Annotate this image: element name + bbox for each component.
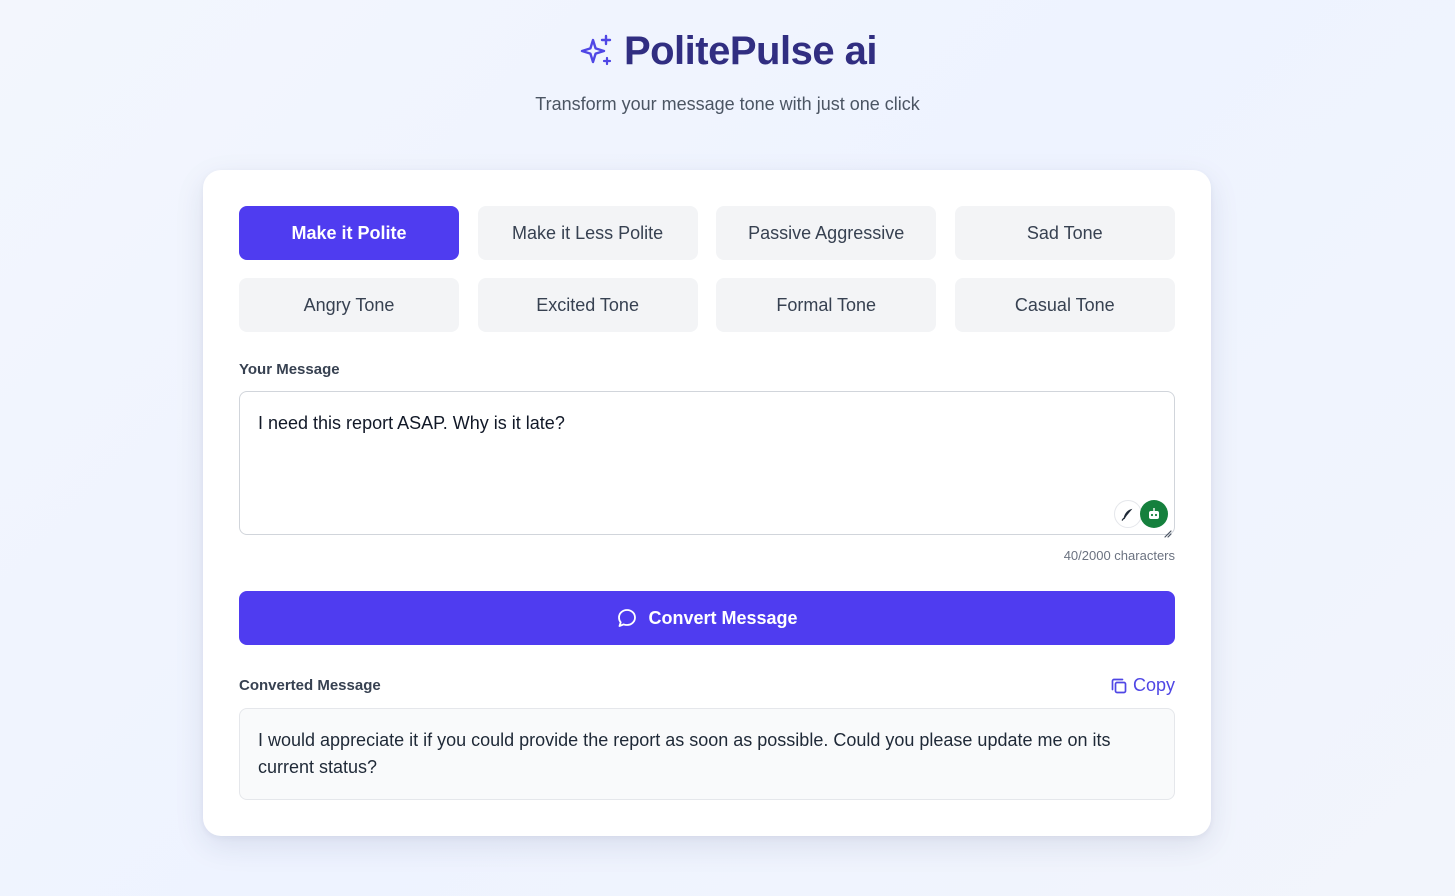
copy-label: Copy xyxy=(1132,675,1175,695)
message-text: I need this report ASAP. Why is it late? xyxy=(258,413,565,433)
extension-badges xyxy=(1114,500,1168,528)
robot-icon[interactable] xyxy=(1140,500,1168,528)
convert-button[interactable]: Convert Message xyxy=(239,591,1175,645)
tone-selector: Make it Polite Make it Less Polite Passi… xyxy=(239,206,1175,332)
converted-message-label: Converted Message xyxy=(239,677,381,694)
converter-card: Make it Polite Make it Less Polite Passi… xyxy=(203,170,1211,836)
message-input[interactable]: I need this report ASAP. Why is it late? xyxy=(239,391,1175,538)
tone-button-passive-aggressive[interactable]: Passive Aggressive xyxy=(716,206,937,260)
tone-button-formal[interactable]: Formal Tone xyxy=(716,278,937,332)
character-count: 40/2000 characters xyxy=(1063,548,1175,563)
convert-button-label: Convert Message xyxy=(648,607,798,628)
title-row: PolitePulse ai xyxy=(0,28,1455,74)
subtitle: Transform your message tone with just on… xyxy=(535,94,920,114)
header: PolitePulse ai Transform your message to… xyxy=(0,28,1455,115)
tone-button-angry[interactable]: Angry Tone xyxy=(239,278,459,332)
app-title: PolitePulse ai xyxy=(623,28,878,73)
tone-button-excited[interactable]: Excited Tone xyxy=(477,278,698,332)
chat-bubble-icon xyxy=(616,607,638,629)
tone-button-casual[interactable]: Casual Tone xyxy=(954,278,1175,332)
tone-button-sad[interactable]: Sad Tone xyxy=(954,206,1175,260)
message-label: Your Message xyxy=(239,361,340,378)
quill-icon[interactable] xyxy=(1114,500,1142,528)
converted-message-output: I would appreciate it if you could provi… xyxy=(239,708,1175,800)
copy-button[interactable]: Copy xyxy=(1109,675,1175,696)
copy-icon xyxy=(1109,676,1129,696)
tone-button-polite[interactable]: Make it Polite xyxy=(239,206,459,260)
tone-button-less-polite[interactable]: Make it Less Polite xyxy=(477,206,698,260)
sparkles-icon xyxy=(578,33,614,69)
